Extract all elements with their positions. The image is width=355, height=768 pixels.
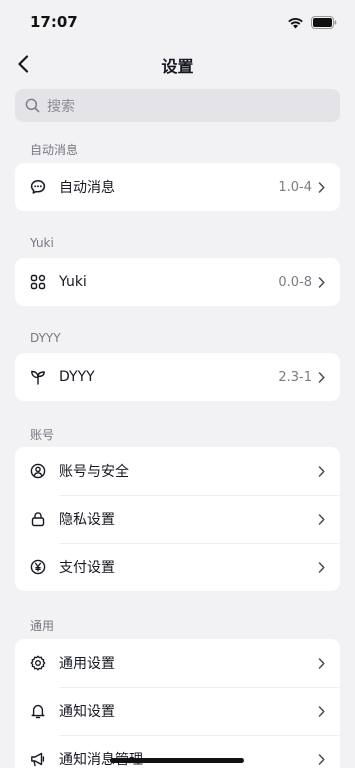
settings-row-notification[interactable]: 通知设置 — [15, 687, 340, 735]
version-value: 0.0-8 — [278, 274, 312, 290]
card-yuki: Yuki 0.0-8 — [15, 258, 340, 306]
status-bar: 17:07 — [0, 0, 355, 44]
settings-row-privacy[interactable]: 隐私设置 — [15, 495, 340, 543]
home-indicator[interactable] — [110, 758, 244, 763]
page-title: 设置 — [161, 57, 194, 76]
chevron-right-icon — [318, 276, 326, 288]
row-label: 账号与安全 — [59, 464, 129, 480]
apps-grid-icon — [30, 274, 46, 290]
section-label-account: 账号 — [30, 428, 55, 442]
status-icons — [287, 14, 337, 33]
settings-row-yuki[interactable]: Yuki 0.0-8 — [15, 258, 340, 306]
settings-row-dyyy[interactable]: DYYY 2.3-1 — [15, 353, 340, 401]
row-label: 隐私设置 — [59, 512, 115, 528]
settings-row-account-security[interactable]: 账号与安全 — [15, 447, 340, 495]
chevron-right-icon — [318, 181, 326, 193]
row-label: 通用设置 — [59, 656, 115, 672]
version-value: 1.0-4 — [278, 179, 312, 195]
chevron-right-icon — [318, 371, 326, 383]
bell-icon — [30, 703, 46, 719]
settings-row-auto-message[interactable]: 自动消息 1.0-4 — [15, 163, 340, 211]
user-circle-icon — [30, 463, 46, 479]
card-dyyy: DYYY 2.3-1 — [15, 353, 340, 401]
chevron-right-icon — [318, 561, 326, 573]
megaphone-icon — [30, 751, 46, 767]
row-label: DYYY — [59, 369, 95, 385]
yen-coin-icon — [30, 559, 46, 575]
card-general: 通用设置 通知设置 通知消息管理 — [15, 639, 340, 768]
section-label-dyyy: DYYY — [30, 331, 61, 345]
section-label-auto-message: 自动消息 — [30, 143, 79, 157]
chevron-right-icon — [318, 513, 326, 525]
version-value: 2.3-1 — [278, 369, 312, 385]
search-input[interactable]: 搜索 — [15, 89, 340, 122]
chat-bubble-icon — [30, 179, 46, 195]
battery-icon — [311, 14, 337, 33]
chevron-right-icon — [318, 657, 326, 669]
gear-icon — [30, 655, 46, 671]
settings-row-notification-messages[interactable]: 通知消息管理 — [15, 735, 340, 768]
chevron-right-icon — [318, 753, 326, 765]
sprout-icon — [30, 369, 46, 385]
settings-row-general[interactable]: 通用设置 — [15, 639, 340, 687]
search-placeholder: 搜索 — [47, 98, 75, 115]
row-label: 支付设置 — [59, 560, 115, 576]
status-time: 17:07 — [30, 13, 78, 31]
lock-icon — [30, 511, 46, 527]
chevron-right-icon — [318, 705, 326, 717]
section-label-general: 通用 — [30, 619, 55, 633]
chevron-right-icon — [318, 465, 326, 477]
card-auto-message: 自动消息 1.0-4 — [15, 163, 340, 211]
search-icon — [25, 98, 41, 114]
section-label-yuki: Yuki — [30, 236, 54, 250]
settings-row-payment[interactable]: 支付设置 — [15, 543, 340, 591]
wifi-icon — [287, 14, 304, 33]
card-account: 账号与安全 隐私设置 支付设置 — [15, 447, 340, 591]
row-label: Yuki — [59, 274, 87, 290]
nav-bar: 设置 — [0, 44, 355, 84]
row-label: 自动消息 — [59, 180, 115, 196]
row-label: 通知设置 — [59, 704, 115, 720]
